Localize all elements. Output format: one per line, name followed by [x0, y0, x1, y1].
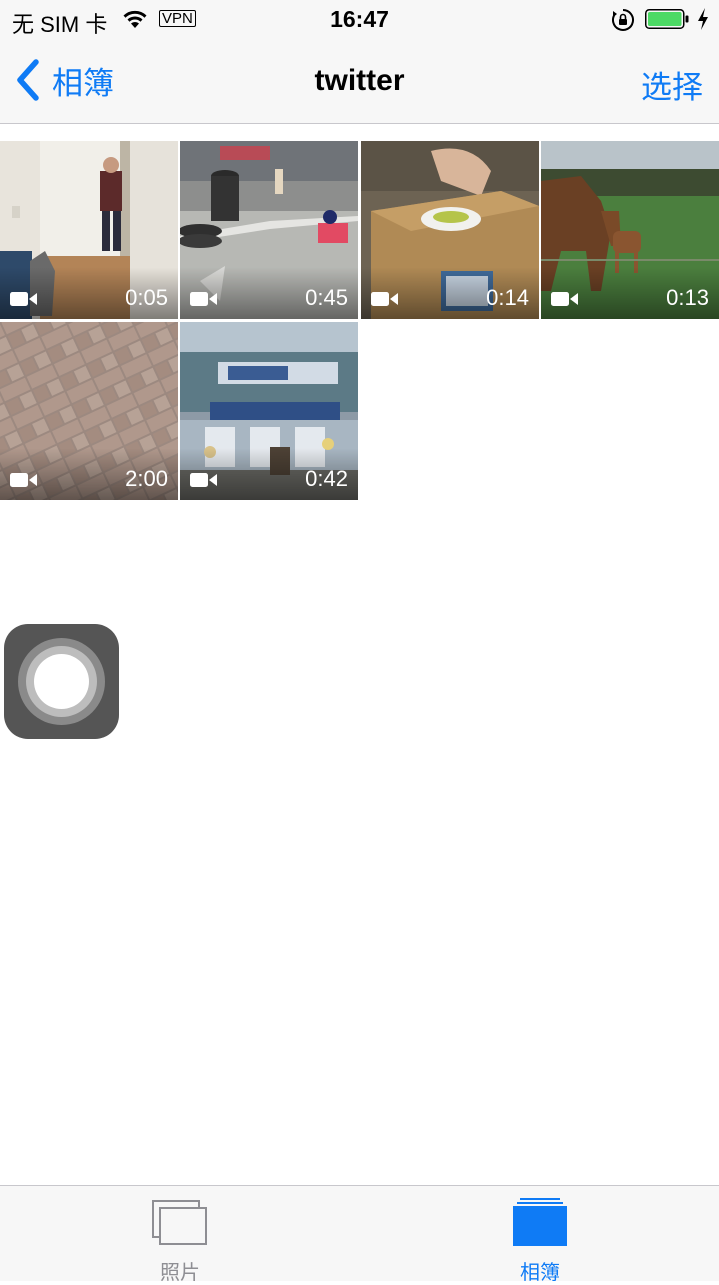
video-duration: 2:00 — [125, 466, 168, 491]
video-duration: 0:14 — [486, 285, 529, 310]
charging-bolt-icon — [698, 8, 708, 30]
video-duration: 0:42 — [305, 466, 348, 491]
tab-label: 相簿 — [520, 1262, 560, 1284]
tab-label: 照片 — [160, 1262, 200, 1284]
albums-stack-icon — [513, 1198, 567, 1246]
video-camera-icon — [371, 292, 398, 306]
tab-albums[interactable]: 相簿 — [440, 1186, 640, 1284]
video-thumbnail[interactable]: 0:14 — [361, 141, 539, 319]
video-camera-icon — [190, 473, 217, 487]
tab-photos[interactable]: 照片 — [80, 1186, 280, 1284]
navigation-bar: 相簿 twitter 选择 — [0, 40, 719, 124]
video-thumbnail[interactable]: 2:00 — [0, 322, 178, 500]
battery-icon — [645, 9, 689, 29]
video-duration: 0:45 — [305, 285, 348, 310]
video-camera-icon — [190, 292, 217, 306]
video-camera-icon — [10, 473, 37, 487]
photos-stack-icon — [152, 1200, 207, 1245]
video-thumbnail[interactable]: 0:05 — [0, 141, 178, 319]
video-thumbnail[interactable]: 0:13 — [541, 141, 719, 319]
video-duration: 0:13 — [666, 285, 709, 310]
video-thumbnail[interactable]: 0:42 — [180, 322, 358, 500]
orientation-lock-icon — [612, 9, 634, 31]
status-bar: 无 SIM 卡 VPN 16:47 — [0, 0, 719, 40]
assistive-touch-button[interactable] — [4, 624, 119, 739]
select-button[interactable]: 选择 — [641, 62, 703, 107]
video-camera-icon — [10, 292, 37, 306]
video-camera-icon — [551, 292, 578, 306]
video-duration: 0:05 — [125, 285, 168, 310]
tab-bar: 照片 相簿 — [0, 1185, 719, 1284]
video-thumbnail[interactable]: 0:45 — [180, 141, 358, 319]
page-title: twitter — [314, 64, 405, 97]
